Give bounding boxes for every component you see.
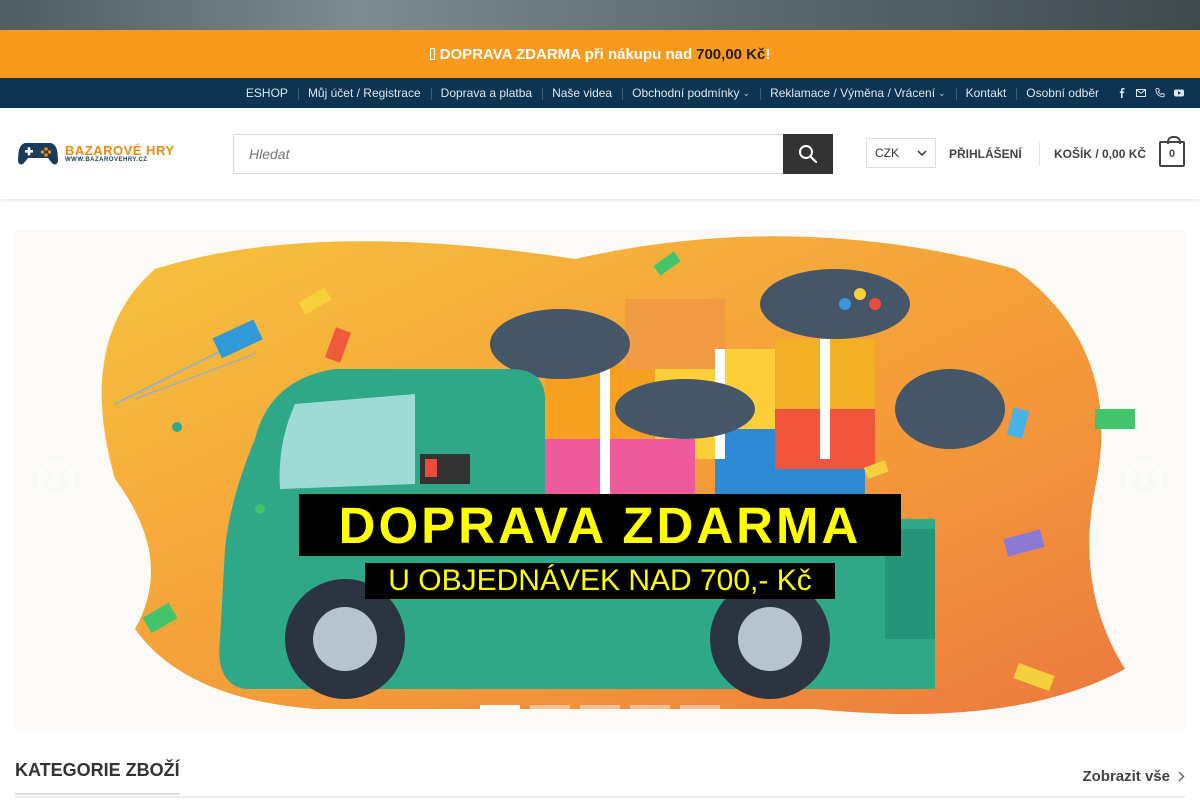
cart-count-badge[interactable]: 0: [1159, 136, 1185, 167]
currency-select[interactable]: CZK: [866, 138, 936, 168]
nav-label: Doprava a platba: [440, 86, 533, 100]
free-shipping-promo-bar: DOPRAVA ZDARMA při nákupu nad 700,00 Kč …: [0, 30, 1200, 78]
slide-subtitle: U OBJEDNÁVEK NAD 700,- Kč: [365, 563, 835, 599]
phone-icon[interactable]: [1155, 88, 1165, 98]
slider-dot[interactable]: [630, 705, 670, 709]
nav-label: ESHOP: [245, 86, 288, 100]
chevron-down-icon: ⌄: [938, 87, 946, 98]
chevron-right-icon: [1140, 471, 1149, 487]
nav-contact[interactable]: Kontakt: [955, 86, 1017, 100]
promo-text: DOPRAVA ZDARMA při nákupu nad: [439, 45, 693, 63]
nav-eshop[interactable]: ESHOP: [236, 86, 298, 100]
hero-slider: DOPRAVA ZDARMA U OBJEDNÁVEK NAD 700,- Kč: [15, 229, 1185, 729]
envelope-icon[interactable]: [1136, 88, 1146, 98]
header-divider: [1039, 142, 1040, 166]
gamepad-logo-icon: [18, 143, 58, 165]
slider-dots: [480, 705, 720, 709]
view-all-link[interactable]: Zobrazit vše: [1082, 768, 1185, 785]
nav-our-videos[interactable]: Naše videa: [542, 86, 622, 100]
slider-dot[interactable]: [580, 705, 620, 709]
promo-suffix: !: [765, 45, 771, 63]
category-section-header: KATEGORIE ZBOŽÍ Zobrazit vše: [15, 760, 1185, 798]
nav-terms[interactable]: Obchodní podmínky ⌄: [622, 86, 760, 100]
search-form: [233, 134, 833, 174]
chevron-right-icon: [1178, 771, 1185, 782]
facebook-icon[interactable]: [1117, 88, 1127, 98]
login-link[interactable]: PŘIHLÁŠENÍ: [949, 147, 1022, 161]
nav-label: Reklamace / Výměna / Vrácení: [770, 86, 936, 100]
section-divider: [15, 796, 1185, 798]
nav-my-account[interactable]: Můj účet / Registrace: [297, 86, 431, 100]
view-all-label: Zobrazit vše: [1082, 768, 1170, 785]
top-background-strip: [0, 0, 1200, 30]
slider-dot[interactable]: [680, 705, 720, 709]
nav-label: Obchodní podmínky: [632, 86, 740, 100]
slider-dot[interactable]: [480, 705, 520, 709]
chevron-down-icon: [917, 150, 927, 156]
youtube-icon[interactable]: [1174, 88, 1184, 98]
nav-label: Kontakt: [965, 86, 1007, 100]
logo-text: BAZAROVÉ HRY WWW.BAZAROVEHRY.CZ: [65, 144, 175, 163]
slider-next-button[interactable]: [1126, 461, 1162, 497]
social-icons: [1117, 88, 1184, 98]
nav-label: Můj účet / Registrace: [307, 86, 421, 100]
search-input[interactable]: [233, 134, 783, 174]
chevron-down-icon: ⌄: [742, 87, 751, 98]
search-icon: [799, 145, 818, 164]
slider-dot[interactable]: [530, 705, 570, 709]
slide-title: DOPRAVA ZDARMA: [299, 494, 901, 556]
nav-shipping-payment[interactable]: Doprava a platba: [430, 86, 542, 100]
cart-link[interactable]: KOŠÍK / 0,00 KČ: [1054, 147, 1146, 161]
search-button[interactable]: [783, 134, 833, 174]
section-title: KATEGORIE ZBOŽÍ: [15, 760, 180, 795]
nav-pickup[interactable]: Osobní odběr: [1016, 86, 1109, 100]
logo-name: BAZAROVÉ HRY: [65, 142, 175, 158]
nav-label: Naše videa: [552, 86, 613, 100]
promo-amount: 700,00 Kč: [696, 45, 766, 63]
top-navigation: ESHOP Můj účet / Registrace Doprava a pl…: [0, 78, 1200, 108]
site-logo[interactable]: BAZAROVÉ HRY WWW.BAZAROVEHRY.CZ: [18, 139, 175, 167]
nav-label: Osobní odběr: [1026, 86, 1099, 100]
site-header: BAZAROVÉ HRY WWW.BAZAROVEHRY.CZ CZK PŘIH…: [0, 108, 1200, 199]
slide-illustration: [15, 229, 1185, 729]
truck-icon: [429, 48, 435, 60]
slider-prev-button[interactable]: [38, 461, 74, 497]
currency-value: CZK: [875, 146, 899, 160]
nav-returns[interactable]: Reklamace / Výměna / Vrácení ⌄: [760, 86, 956, 100]
chevron-left-icon: [51, 471, 60, 487]
